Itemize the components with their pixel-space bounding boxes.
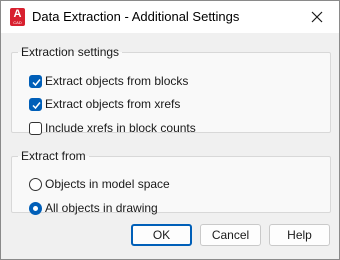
include-xrefs-block-counts-label: Include xrefs in block counts: [45, 121, 196, 135]
close-icon: [311, 11, 323, 23]
app-icon-letter: A: [13, 8, 22, 20]
checkmark-icon: [32, 102, 41, 110]
extract-from-label: Extract from: [21, 149, 86, 163]
extract-blocks-checkbox[interactable]: [29, 75, 42, 88]
all-objects-radio[interactable]: [29, 202, 42, 215]
help-button[interactable]: Help: [269, 224, 330, 246]
extract-xrefs-label: Extract objects from xrefs: [45, 97, 181, 111]
close-button[interactable]: [295, 1, 339, 33]
ok-button[interactable]: OK: [131, 224, 192, 246]
extraction-settings-label: Extraction settings: [21, 45, 120, 59]
data-extraction-dialog: A CAD Data Extraction - Additional Setti…: [0, 0, 340, 260]
extract-blocks-label: Extract objects from blocks: [45, 74, 189, 88]
app-icon-sub: CAD: [13, 20, 22, 25]
autocad-app-icon: A CAD: [10, 8, 25, 26]
model-space-radio[interactable]: [29, 178, 42, 191]
checkmark-icon: [32, 79, 41, 87]
model-space-label: Objects in model space: [45, 177, 170, 191]
extract-from-group: Extract from Objects in model space All …: [11, 149, 331, 215]
extract-xrefs-checkbox[interactable]: [29, 98, 42, 111]
cancel-button[interactable]: Cancel: [200, 224, 261, 246]
title-bar[interactable]: A CAD Data Extraction - Additional Setti…: [1, 1, 339, 33]
all-objects-label: All objects in drawing: [45, 201, 158, 215]
window-title: Data Extraction - Additional Settings: [32, 9, 240, 24]
include-xrefs-block-counts-checkbox[interactable]: [29, 122, 42, 135]
extraction-settings-group: Extraction settings Extract objects from…: [11, 45, 331, 135]
